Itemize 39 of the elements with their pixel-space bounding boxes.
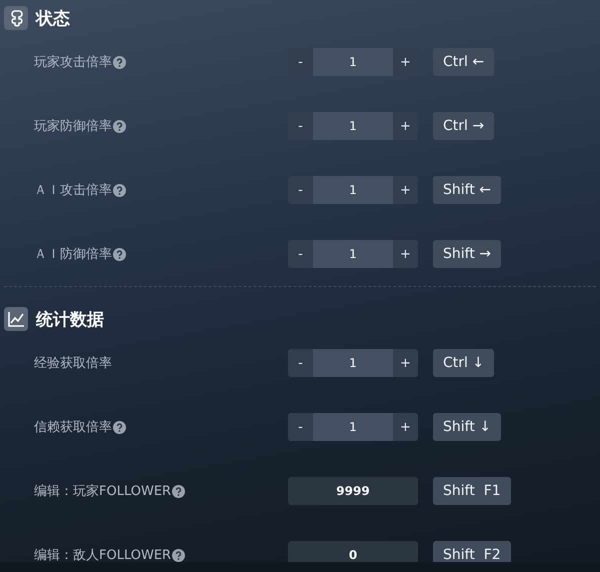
setting-label: 经验获取倍率 [34, 355, 112, 372]
hotkey-button[interactable]: Shift → [433, 240, 502, 268]
decrement-button[interactable]: - [288, 349, 313, 377]
decrement-button[interactable]: - [288, 112, 313, 140]
increment-button[interactable]: + [393, 176, 418, 204]
increment-button[interactable]: + [393, 112, 418, 140]
setting-label: 编辑：玩家FOLLOWER [34, 483, 172, 500]
value-field[interactable]: 1 [313, 112, 393, 140]
value-field[interactable]: 1 [313, 240, 393, 268]
value-field[interactable]: 1 [313, 176, 393, 204]
increment-button[interactable]: + [393, 48, 418, 76]
value-field[interactable]: 1 [313, 48, 393, 76]
setting-label: 玩家攻击倍率 [34, 54, 112, 71]
setting-label: ＡＩ攻击倍率 [34, 182, 112, 199]
value-field[interactable]: 1 [313, 413, 393, 441]
decrement-button[interactable]: - [288, 48, 313, 76]
decrement-button[interactable]: - [288, 413, 313, 441]
setting-label: 编辑：敌人FOLLOWER [34, 547, 172, 562]
setting-label: 信赖获取倍率 [34, 419, 112, 436]
hotkey-button[interactable]: Shift ↓ [433, 413, 502, 441]
hotkey-button[interactable]: Shift F1 [433, 477, 511, 505]
setting-label: ＡＩ防御倍率 [34, 246, 112, 263]
chart-icon [4, 307, 28, 331]
value-field[interactable]: 0 [288, 541, 418, 562]
increment-button[interactable]: + [393, 240, 418, 268]
hotkey-button[interactable]: Shift F2 [433, 541, 511, 562]
hotkey-button[interactable]: Ctrl ↓ [433, 349, 494, 377]
increment-button[interactable]: + [393, 413, 418, 441]
hotkey-button[interactable]: Ctrl → [433, 112, 494, 140]
section-title: 统计数据 [36, 308, 104, 330]
setting-label: 玩家防御倍率 [34, 118, 112, 135]
value-field[interactable]: 9999 [288, 477, 418, 505]
value-field[interactable]: 1 [313, 349, 393, 377]
hotkey-button[interactable]: Ctrl ← [433, 48, 494, 76]
decrement-button[interactable]: - [288, 240, 313, 268]
hotkey-button[interactable]: Shift ← [433, 176, 502, 204]
section-title: 状态 [36, 8, 70, 30]
increment-button[interactable]: + [393, 349, 418, 377]
decrement-button[interactable]: - [288, 176, 313, 204]
